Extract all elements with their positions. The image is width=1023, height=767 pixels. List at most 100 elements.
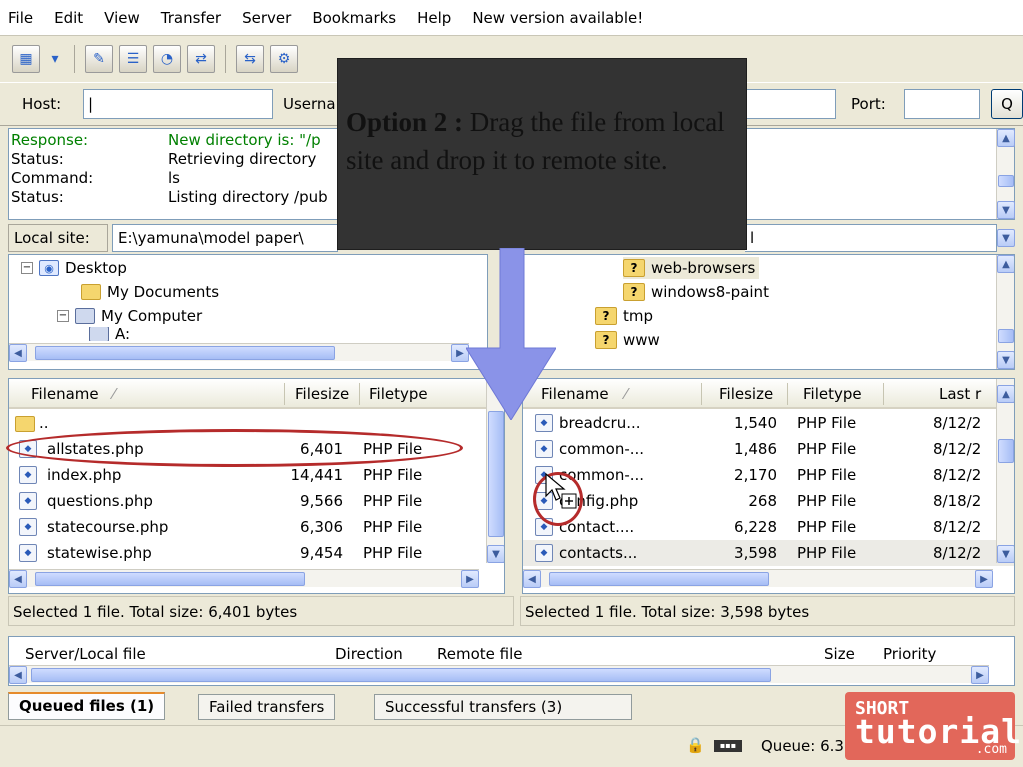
column-filetype[interactable]: Filetype	[369, 385, 428, 403]
queue-col-server-local[interactable]: Server/Local file	[25, 645, 146, 663]
quickconnect-button[interactable]: Q	[991, 89, 1023, 119]
tree-item-drive-a[interactable]: A:	[89, 327, 130, 341]
tree-item-tmp[interactable]: ? tmp	[595, 305, 653, 327]
tree-item-windows8-paint[interactable]: ? windows8-paint	[623, 281, 769, 303]
transfer-queue-toggle-icon[interactable]: ⇄	[187, 45, 215, 73]
table-row[interactable]: ◆ statecourse.php 6,306 PHP File	[9, 514, 504, 540]
scroll-up-icon[interactable]: ▲	[997, 129, 1015, 147]
scroll-left-icon[interactable]: ◀	[523, 570, 541, 588]
remote-tree-toggle-icon[interactable]: ◔	[153, 45, 181, 73]
remote-tree-vscrollbar[interactable]: ▲ ▼	[996, 255, 1014, 369]
tree-item-my-computer[interactable]: − My Computer	[57, 305, 202, 327]
menu-help[interactable]: Help	[417, 9, 451, 27]
queue-col-direction[interactable]: Direction	[335, 645, 403, 663]
scroll-right-icon[interactable]: ▶	[971, 666, 989, 684]
scroll-right-icon[interactable]: ▶	[975, 570, 993, 588]
remote-list-hscrollbar[interactable]: ◀ ▶	[523, 569, 993, 588]
table-row[interactable]: ◆ statewise.php 9,454 PHP File	[9, 540, 504, 566]
table-row[interactable]: ◆ config.php 268 PHP File 8/18/2	[523, 488, 1014, 514]
queue-col-remote-file[interactable]: Remote file	[437, 645, 523, 663]
process-queue-icon[interactable]: ⚙	[270, 45, 298, 73]
tab-failed-transfers[interactable]: Failed transfers	[198, 694, 336, 720]
menu-transfer[interactable]: Transfer	[161, 9, 221, 27]
local-tree-toggle-icon[interactable]: ☰	[119, 45, 147, 73]
remote-tree-scroll-thumb[interactable]	[998, 329, 1014, 343]
tree-item-web-browsers[interactable]: ? web-browsers	[623, 257, 760, 279]
menu-bookmarks[interactable]: Bookmarks	[312, 9, 396, 27]
queue-col-size[interactable]: Size	[824, 645, 855, 663]
local-tree-scroll-thumb[interactable]	[35, 346, 335, 360]
queue-status-text: Queue: 6.3	[761, 737, 844, 755]
message-log-toggle-icon[interactable]: ✎	[85, 45, 113, 73]
file-modified: 8/12/2	[933, 544, 982, 562]
tree-item-desktop[interactable]: − ◉ Desktop	[21, 257, 127, 279]
password-input[interactable]	[746, 89, 836, 119]
file-name: breadcru...	[559, 414, 641, 432]
column-separator[interactable]	[883, 383, 884, 405]
column-separator[interactable]	[359, 383, 360, 405]
column-filesize[interactable]: Filesize	[295, 385, 349, 403]
scroll-up-icon[interactable]: ▲	[997, 385, 1014, 403]
host-label: Host:	[22, 95, 62, 113]
table-row[interactable]: ◆ questions.php 9,566 PHP File	[9, 488, 504, 514]
local-site-path-input[interactable]: E:\yamuna\model paper\	[112, 224, 338, 252]
queue-hscrollbar[interactable]: ◀ ▶	[9, 665, 989, 684]
table-row-selected[interactable]: ◆ contacts... 3,598 PHP File 8/12/2	[523, 540, 1014, 566]
table-row[interactable]: ◆ common-... 2,170 PHP File 8/12/2	[523, 462, 1014, 488]
file-name: questions.php	[47, 492, 153, 510]
scroll-down-icon[interactable]: ▼	[997, 351, 1014, 369]
table-row[interactable]: ◆ contact.... 6,228 PHP File 8/12/2	[523, 514, 1014, 540]
table-row[interactable]: ◆ common-... 1,486 PHP File 8/12/2	[523, 436, 1014, 462]
refresh-icon[interactable]: ⇆	[236, 45, 264, 73]
menu-new-version[interactable]: New version available!	[472, 9, 643, 27]
log-scrollbar[interactable]: ▲ ▼	[996, 129, 1015, 219]
scroll-right-icon[interactable]: ▶	[461, 570, 479, 588]
tab-successful-transfers[interactable]: Successful transfers (3)	[374, 694, 632, 720]
column-filesize[interactable]: Filesize	[719, 385, 773, 403]
column-separator[interactable]	[787, 383, 788, 405]
column-filetype[interactable]: Filetype	[803, 385, 862, 403]
local-list-hscrollbar[interactable]: ◀ ▶	[9, 569, 479, 588]
file-name: statecourse.php	[47, 518, 169, 536]
scroll-left-icon[interactable]: ◀	[9, 344, 27, 362]
scroll-down-icon[interactable]: ▼	[487, 545, 504, 563]
port-input[interactable]	[904, 89, 980, 119]
collapse-icon[interactable]: −	[57, 310, 69, 322]
collapse-icon[interactable]: −	[21, 262, 33, 274]
remote-list-scroll-thumb-h[interactable]	[549, 572, 769, 586]
remote-site-path-input[interactable]: l	[745, 224, 997, 252]
lock-icon: 🔒	[686, 736, 705, 754]
local-list-scroll-thumb[interactable]	[488, 411, 504, 537]
menu-server[interactable]: Server	[242, 9, 291, 27]
remote-list-scroll-thumb[interactable]	[998, 439, 1014, 463]
scroll-down-icon[interactable]: ▼	[997, 201, 1015, 219]
column-separator[interactable]	[284, 383, 285, 405]
column-separator[interactable]	[701, 383, 702, 405]
host-input[interactable]: |	[83, 89, 273, 119]
column-last-modified[interactable]: Last r	[939, 385, 981, 403]
table-row[interactable]: ◆ breadcru... 1,540 PHP File 8/12/2	[523, 410, 1014, 436]
column-filename[interactable]: Filename ⁄	[31, 385, 115, 403]
queue-scroll-thumb[interactable]	[31, 668, 771, 682]
local-list-scroll-thumb-h[interactable]	[35, 572, 305, 586]
site-manager-icon[interactable]: ▦	[12, 45, 40, 73]
tree-item-www[interactable]: ? www	[595, 329, 660, 351]
tree-item-my-documents[interactable]: My Documents	[81, 281, 219, 303]
file-type: PHP File	[797, 544, 857, 562]
scroll-left-icon[interactable]: ◀	[9, 570, 27, 588]
scroll-down-icon[interactable]: ▼	[997, 545, 1014, 563]
remote-list-vscrollbar[interactable]: ▲ ▼	[996, 379, 1014, 563]
menu-view[interactable]: View	[104, 9, 140, 27]
local-tree-hscrollbar[interactable]: ◀ ▶	[9, 343, 469, 362]
queue-col-priority[interactable]: Priority	[883, 645, 936, 663]
menu-edit[interactable]: Edit	[54, 9, 83, 27]
scroll-left-icon[interactable]: ◀	[9, 666, 27, 684]
tab-queued-files[interactable]: Queued files (1)	[8, 692, 166, 720]
scroll-up-icon[interactable]: ▲	[997, 255, 1014, 273]
menu-file[interactable]: File	[8, 9, 33, 27]
callout-heading: Option 2 :	[346, 107, 464, 137]
site-manager-dropdown-icon[interactable]: ▾	[46, 45, 64, 73]
remote-path-dropdown-icon[interactable]: ▼	[997, 229, 1015, 247]
log-value: ls	[168, 169, 180, 187]
log-scroll-thumb[interactable]	[998, 175, 1014, 187]
